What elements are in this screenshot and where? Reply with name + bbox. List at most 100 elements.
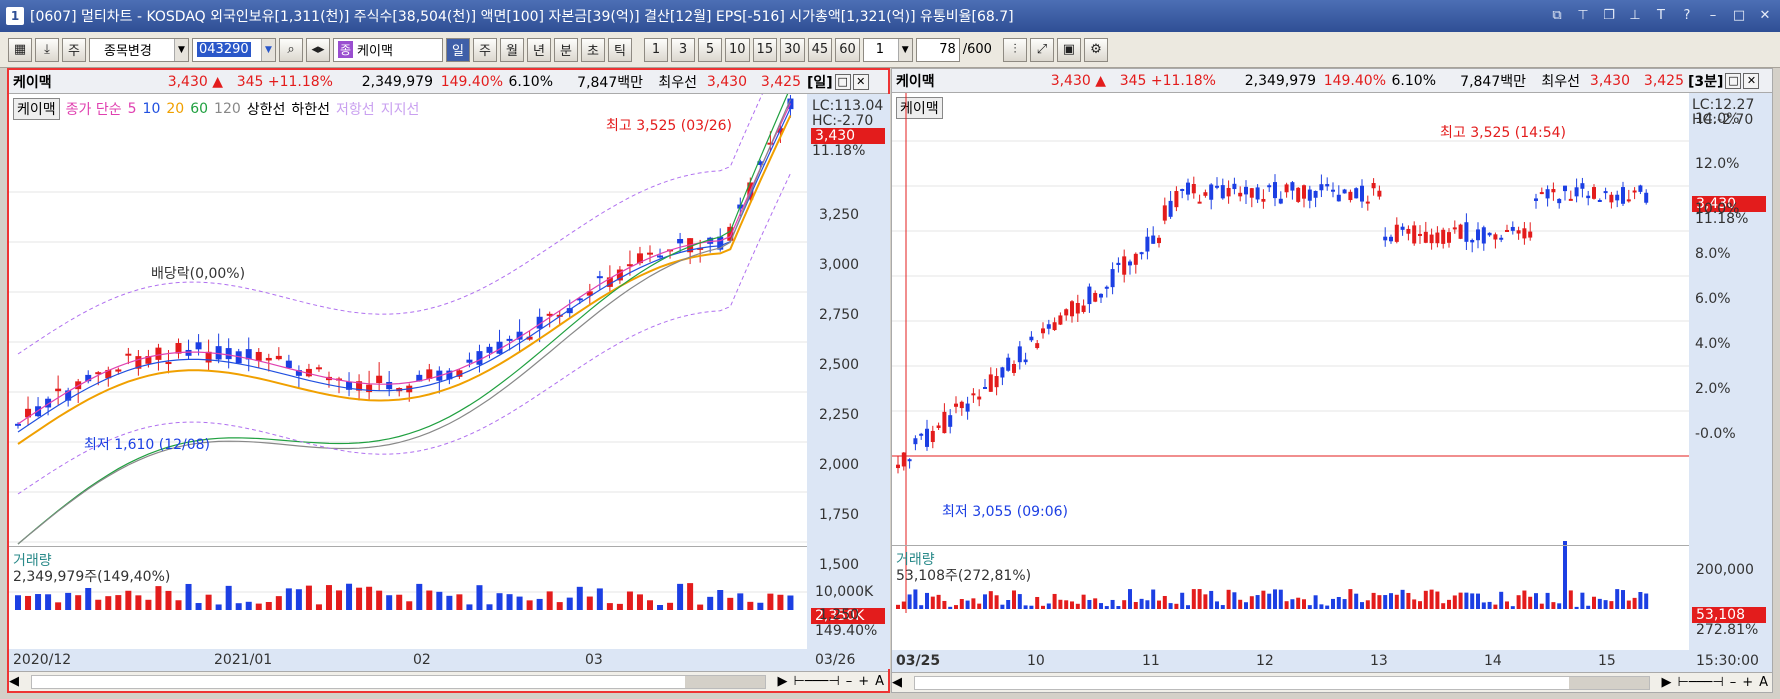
left-lc: LC:113.04 xyxy=(812,98,884,114)
interval-select[interactable]: 1 ▼ xyxy=(862,37,913,62)
pin-icon[interactable]: ⊤ xyxy=(1574,6,1592,24)
period-second-button[interactable]: 초 xyxy=(581,37,605,62)
volume-bar xyxy=(205,594,212,610)
volume-bar xyxy=(1157,600,1161,609)
maximize-icon[interactable]: □ xyxy=(1730,6,1748,24)
volume-bar xyxy=(1400,589,1405,609)
period-minute-button[interactable]: 분 xyxy=(554,37,578,62)
candle xyxy=(1360,185,1364,202)
period-day-button[interactable]: 일 xyxy=(446,37,470,62)
help-icon[interactable]: ? xyxy=(1678,6,1696,24)
zoom-slider-icon[interactable]: ⊢───⊣ xyxy=(794,674,840,689)
font-size-icon[interactable]: A xyxy=(1759,675,1768,690)
stock-code-value: 043290 xyxy=(197,42,251,57)
candle xyxy=(1290,182,1295,191)
ytick-label: 3,000 xyxy=(819,257,860,273)
interval-10-button[interactable]: 10 xyxy=(725,37,750,62)
left-candle-chart[interactable] xyxy=(9,94,807,614)
volume-bar xyxy=(697,604,704,610)
count-input[interactable]: 78 xyxy=(915,37,960,62)
candle xyxy=(1255,187,1260,200)
ytick-label: 2.0% xyxy=(1695,381,1731,397)
download-icon[interactable]: ⤓ xyxy=(35,37,59,62)
period-tick-button[interactable]: 틱 xyxy=(608,37,632,62)
interval-5-button[interactable]: 5 xyxy=(698,37,722,62)
right-scrollbar[interactable]: ◀ ▶ ⊢───⊣ – + A xyxy=(892,672,1772,692)
pushpin-icon[interactable]: ⊥ xyxy=(1626,6,1644,24)
chevron-down-icon: ▼ xyxy=(174,38,188,61)
minimize-icon[interactable]: – xyxy=(1704,6,1722,24)
interval-3-button[interactable]: 3 xyxy=(671,37,695,62)
left-price-axis xyxy=(807,94,890,669)
candle xyxy=(165,362,172,365)
ma-line xyxy=(17,99,791,545)
interval-30-button[interactable]: 30 xyxy=(780,37,805,62)
volume-bar xyxy=(1458,592,1463,609)
candle xyxy=(1522,228,1527,239)
indicator-icon[interactable]: ⫶ xyxy=(1002,37,1027,62)
font-size-icon[interactable]: A xyxy=(875,674,884,689)
volume-bar xyxy=(476,585,483,610)
period-week-button[interactable]: 주 xyxy=(473,37,497,62)
jong-button[interactable]: 주 xyxy=(62,37,86,62)
candle xyxy=(1000,367,1005,378)
volume-bar xyxy=(496,593,503,610)
compare-icon[interactable]: ⤢ xyxy=(1029,37,1054,62)
volume-bar xyxy=(1261,590,1266,609)
candle xyxy=(977,396,982,400)
interval-60-button[interactable]: 60 xyxy=(835,37,860,62)
save-icon[interactable]: ▣ xyxy=(1056,37,1081,62)
volume-bar xyxy=(1290,599,1295,609)
zoom-in-icon[interactable]: + xyxy=(1742,675,1753,690)
volume-bar xyxy=(255,603,262,610)
font-icon[interactable]: T xyxy=(1652,6,1670,24)
candle xyxy=(1052,322,1057,331)
close-icon[interactable]: ✕ xyxy=(1743,72,1760,89)
speaker-icon[interactable]: ◂▸ xyxy=(306,37,330,62)
stock-name-field[interactable]: 종 케이맥 xyxy=(333,37,443,62)
right-candle-chart[interactable] xyxy=(892,93,1689,613)
left-scrollbar[interactable]: ◀ ▶ ⊢───⊣ – + A xyxy=(9,671,888,691)
period-year-button[interactable]: 년 xyxy=(527,37,551,62)
candle xyxy=(1441,229,1446,244)
volume-bar xyxy=(1128,589,1132,609)
interval-1-button[interactable]: 1 xyxy=(644,37,668,62)
maximize-icon[interactable]: □ xyxy=(1725,72,1742,89)
stock-code-input[interactable]: 043290 ▼ xyxy=(192,37,276,62)
settings-icon[interactable]: ⚙ xyxy=(1083,37,1108,62)
candle xyxy=(913,438,918,445)
candle xyxy=(1249,188,1254,198)
candle xyxy=(1319,184,1324,191)
volume-bar xyxy=(1104,606,1109,609)
scroll-right-icon[interactable]: ▶ xyxy=(778,674,788,689)
ask-price: 3,425 xyxy=(760,73,801,90)
stock-change-select[interactable]: 종목변경 ▼ xyxy=(89,37,189,62)
volume-bar xyxy=(275,596,282,610)
volume-bar xyxy=(1122,600,1127,609)
zoom-out-icon[interactable]: – xyxy=(1730,675,1737,690)
layout-icon[interactable]: ▦ xyxy=(8,37,32,62)
candle xyxy=(896,464,900,469)
volume-bar xyxy=(506,594,513,610)
restore-icon[interactable]: ❐ xyxy=(1600,6,1618,24)
volume-bar xyxy=(1331,598,1335,609)
zoom-out-icon[interactable]: – xyxy=(846,674,853,689)
candle xyxy=(1041,328,1045,334)
interval-15-button[interactable]: 15 xyxy=(752,37,778,62)
close-icon[interactable]: ✕ xyxy=(852,73,869,90)
volume-bar xyxy=(1046,603,1051,609)
close-icon[interactable]: ✕ xyxy=(1756,6,1774,24)
scroll-right-icon[interactable]: ▶ xyxy=(1662,675,1672,690)
scroll-left-icon[interactable]: ◀ xyxy=(892,675,902,690)
candle xyxy=(1603,191,1608,194)
search-icon[interactable]: ⌕ xyxy=(279,37,303,62)
scroll-left-icon[interactable]: ◀ xyxy=(9,674,19,689)
volume-pct: 149.40% xyxy=(1323,72,1386,89)
zoom-in-icon[interactable]: + xyxy=(858,674,869,689)
interval-45-button[interactable]: 45 xyxy=(807,37,833,62)
link-icon[interactable]: ⧉ xyxy=(1548,6,1566,24)
volume-bar xyxy=(1145,600,1150,609)
maximize-icon[interactable]: □ xyxy=(834,73,851,90)
period-month-button[interactable]: 월 xyxy=(500,37,524,62)
zoom-slider-icon[interactable]: ⊢───⊣ xyxy=(1678,675,1724,690)
